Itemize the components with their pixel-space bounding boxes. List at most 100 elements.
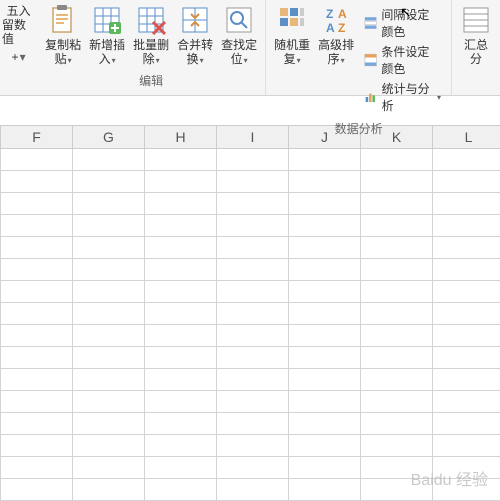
batch-delete-button[interactable]: 批量删 除▾ bbox=[129, 2, 173, 70]
cell[interactable] bbox=[1, 170, 73, 192]
cell[interactable] bbox=[145, 258, 217, 280]
cell[interactable] bbox=[289, 148, 361, 170]
cell[interactable] bbox=[289, 236, 361, 258]
cell[interactable] bbox=[217, 170, 289, 192]
cell[interactable] bbox=[217, 478, 289, 500]
cell[interactable] bbox=[1, 302, 73, 324]
cell[interactable] bbox=[1, 280, 73, 302]
cell[interactable] bbox=[217, 412, 289, 434]
cell[interactable] bbox=[1, 456, 73, 478]
cell[interactable] bbox=[73, 148, 145, 170]
cell[interactable] bbox=[433, 280, 500, 302]
cell[interactable] bbox=[217, 192, 289, 214]
cell[interactable] bbox=[433, 412, 500, 434]
cell[interactable] bbox=[145, 434, 217, 456]
cell[interactable] bbox=[289, 390, 361, 412]
cell[interactable] bbox=[433, 368, 500, 390]
cell[interactable] bbox=[361, 192, 433, 214]
cell[interactable] bbox=[73, 214, 145, 236]
column-header[interactable]: H bbox=[145, 126, 217, 148]
cell[interactable] bbox=[289, 478, 361, 500]
random-repeat-button[interactable]: 随机重 复▾ bbox=[270, 2, 314, 118]
spreadsheet-grid[interactable]: FGHIJKL bbox=[0, 126, 500, 501]
cell[interactable] bbox=[73, 478, 145, 500]
cell[interactable] bbox=[73, 456, 145, 478]
cell[interactable] bbox=[361, 258, 433, 280]
cell[interactable] bbox=[145, 368, 217, 390]
cell[interactable] bbox=[1, 346, 73, 368]
cell[interactable] bbox=[433, 214, 500, 236]
cell[interactable] bbox=[361, 148, 433, 170]
cell[interactable] bbox=[361, 390, 433, 412]
cell[interactable] bbox=[145, 302, 217, 324]
cell[interactable] bbox=[433, 302, 500, 324]
cell[interactable] bbox=[73, 170, 145, 192]
cell[interactable] bbox=[361, 302, 433, 324]
cond-color-button[interactable]: 条件设定颜色 bbox=[364, 43, 441, 77]
find-locate-button[interactable]: 查找定 位▾ bbox=[217, 2, 261, 70]
cell[interactable] bbox=[145, 148, 217, 170]
cell[interactable] bbox=[361, 280, 433, 302]
cell[interactable] bbox=[73, 412, 145, 434]
copy-paste-button[interactable]: 复制粘 贴▾ bbox=[41, 2, 85, 70]
cell[interactable] bbox=[73, 324, 145, 346]
cell[interactable] bbox=[217, 236, 289, 258]
cell[interactable] bbox=[433, 478, 500, 500]
cell[interactable] bbox=[217, 434, 289, 456]
cell[interactable] bbox=[361, 236, 433, 258]
cell[interactable] bbox=[361, 346, 433, 368]
cell[interactable] bbox=[145, 390, 217, 412]
cell[interactable] bbox=[289, 346, 361, 368]
cell[interactable] bbox=[289, 214, 361, 236]
column-header[interactable]: I bbox=[217, 126, 289, 148]
stats-button[interactable]: 统计与分析▾ bbox=[364, 80, 441, 114]
cell[interactable] bbox=[289, 324, 361, 346]
cell[interactable] bbox=[1, 236, 73, 258]
cell[interactable] bbox=[73, 368, 145, 390]
column-header[interactable]: F bbox=[1, 126, 73, 148]
cell[interactable] bbox=[73, 236, 145, 258]
cell[interactable] bbox=[217, 324, 289, 346]
cell[interactable] bbox=[1, 368, 73, 390]
cell[interactable] bbox=[433, 236, 500, 258]
cell[interactable] bbox=[1, 148, 73, 170]
cell[interactable] bbox=[289, 368, 361, 390]
cell[interactable] bbox=[145, 170, 217, 192]
cell[interactable] bbox=[289, 456, 361, 478]
cell[interactable] bbox=[1, 324, 73, 346]
summary-button[interactable]: 汇总分 bbox=[456, 2, 496, 68]
cell[interactable] bbox=[361, 324, 433, 346]
cell[interactable] bbox=[145, 412, 217, 434]
cell[interactable] bbox=[289, 302, 361, 324]
cell[interactable] bbox=[1, 192, 73, 214]
cell[interactable] bbox=[217, 368, 289, 390]
cell[interactable] bbox=[145, 192, 217, 214]
column-header[interactable]: L bbox=[433, 126, 500, 148]
cell[interactable] bbox=[433, 170, 500, 192]
cell[interactable] bbox=[145, 324, 217, 346]
cell[interactable] bbox=[217, 302, 289, 324]
cell[interactable] bbox=[433, 434, 500, 456]
cell[interactable] bbox=[433, 258, 500, 280]
cell[interactable] bbox=[361, 478, 433, 500]
cell[interactable] bbox=[361, 214, 433, 236]
cell[interactable] bbox=[361, 368, 433, 390]
cell[interactable] bbox=[73, 280, 145, 302]
cell[interactable] bbox=[73, 434, 145, 456]
cell[interactable] bbox=[433, 456, 500, 478]
cell[interactable] bbox=[289, 170, 361, 192]
cell[interactable] bbox=[433, 390, 500, 412]
cell[interactable] bbox=[361, 456, 433, 478]
cell[interactable] bbox=[73, 390, 145, 412]
cell[interactable] bbox=[433, 324, 500, 346]
cell[interactable] bbox=[145, 456, 217, 478]
cell[interactable] bbox=[289, 192, 361, 214]
cell[interactable] bbox=[361, 170, 433, 192]
cell[interactable] bbox=[289, 412, 361, 434]
cell[interactable] bbox=[289, 280, 361, 302]
cell[interactable] bbox=[361, 434, 433, 456]
cell[interactable] bbox=[217, 456, 289, 478]
interval-color-button[interactable]: 间隔设定颜色 bbox=[364, 6, 441, 40]
cell[interactable] bbox=[1, 478, 73, 500]
cell[interactable] bbox=[217, 258, 289, 280]
